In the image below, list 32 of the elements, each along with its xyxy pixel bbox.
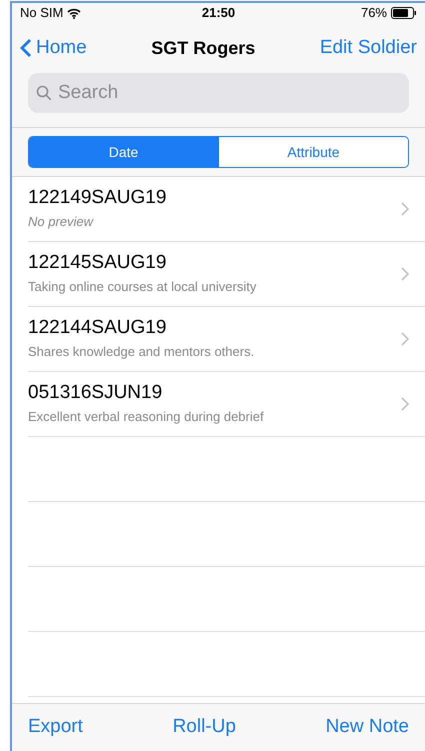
note-title: 122144SAUG19 xyxy=(28,316,168,339)
chevron-right-icon xyxy=(401,332,409,346)
clock-text: 21:50 xyxy=(202,4,236,22)
toolbar-button[interactable]: Roll-Up xyxy=(172,713,236,742)
note-preview: Shares knowledge and mentors others. xyxy=(28,342,256,361)
note-row[interactable]: 122144SAUG19 Shares knowledge and mentors others. xyxy=(28,307,425,372)
toolbar-button[interactable]: Export xyxy=(28,713,83,742)
edit-button[interactable]: Edit Soldier xyxy=(320,34,417,62)
note-title: 122149SAUG19 xyxy=(28,186,168,209)
wifi-icon xyxy=(67,8,82,18)
page-title: SGT Rogers xyxy=(151,36,256,60)
carrier-text: No SIM xyxy=(20,4,64,22)
note-preview: Excellent verbal reasoning during debrief xyxy=(28,408,265,426)
battery-icon xyxy=(391,7,417,19)
search-field[interactable]: Search xyxy=(28,73,409,113)
toolbar-button[interactable]: New Note xyxy=(326,713,409,742)
note-row[interactable]: 122145SAUG19 Taking online courses at local university xyxy=(28,242,425,307)
note-title: 051316SJUN19 xyxy=(28,382,164,404)
note-row[interactable]: 051316SJUN19 Excellent verbal reasoning during debrief xyxy=(28,372,425,437)
chevron-right-icon xyxy=(401,267,409,281)
note-row[interactable]: 122149SAUG19 No preview xyxy=(28,177,425,242)
note-title: 122145SAUG19 xyxy=(28,252,168,274)
battery-text: 76% xyxy=(360,4,387,22)
chevron-left-icon xyxy=(20,38,32,58)
search-icon xyxy=(36,85,52,101)
note-preview: Taking online courses at local university xyxy=(28,278,258,296)
back-button[interactable]: Home xyxy=(20,34,87,62)
segment-tab[interactable]: Attribute xyxy=(218,137,408,167)
note-preview: No preview xyxy=(28,212,95,231)
chevron-right-icon xyxy=(401,202,409,216)
chevron-right-icon xyxy=(401,397,409,411)
segment-tab[interactable]: Date xyxy=(29,137,218,167)
